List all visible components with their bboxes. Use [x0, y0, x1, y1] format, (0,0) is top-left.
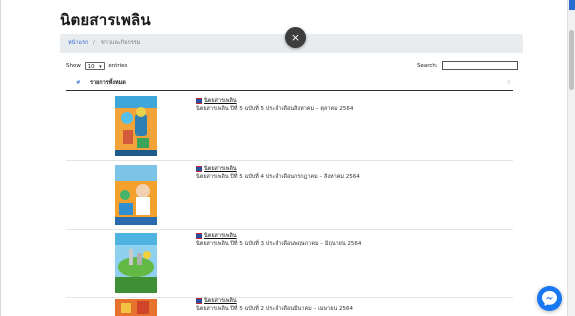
magazine-title[interactable]: นิตยสารเพลิน ปีที่ 5 ฉบับที่ 2 ประจำเดือ… — [196, 305, 353, 313]
messenger-chat-button[interactable] — [537, 286, 562, 311]
magazine-cover-image[interactable] — [115, 299, 157, 316]
breadcrumb-current: ข่าวและกิจกรรม — [101, 40, 141, 46]
breadcrumb-home-link[interactable]: หน้าแรก — [68, 34, 88, 53]
magazine-cover-image[interactable] — [115, 233, 157, 293]
entries-label: entries — [108, 63, 128, 69]
window-edge-accent — [569, 0, 575, 10]
breadcrumb-separator: / — [93, 40, 95, 46]
magazine-cover-image[interactable] — [115, 96, 157, 156]
page-length-control: Show 10 ▾ entries — [66, 61, 127, 72]
search-control: Search: — [417, 61, 518, 71]
scrollbar[interactable] — [567, 0, 575, 316]
header-index: # — [76, 80, 81, 86]
page-length-value: 10 — [87, 64, 95, 70]
close-button[interactable]: × — [285, 27, 306, 48]
messenger-icon — [542, 291, 557, 306]
search-input[interactable] — [441, 61, 518, 70]
magazine-title[interactable]: นิตยสารเพลิน ปีที่ 5 ฉบับที่ 3 ประจำเดือ… — [196, 240, 361, 248]
category-link[interactable]: นิตยสารเพลิน — [196, 165, 237, 173]
header-all-items: รายการทั้งหมด — [90, 80, 126, 86]
show-label: Show — [66, 63, 81, 69]
flag-icon — [196, 297, 202, 304]
flag-icon — [196, 165, 202, 172]
search-label: Search: — [417, 63, 438, 69]
category-link[interactable]: นิตยสารเพลิน — [196, 97, 237, 105]
flag-icon — [196, 97, 202, 104]
table-row: นิตยสารเพลิน นิตยสารเพลิน ปีที่ 5 ฉบับที… — [66, 229, 513, 298]
flag-icon — [196, 232, 202, 239]
category-link[interactable]: นิตยสารเพลิน — [196, 232, 237, 240]
page-length-select[interactable]: 10 ▾ — [84, 62, 105, 70]
magazine-cover-image[interactable] — [115, 165, 157, 225]
magazine-title[interactable]: นิตยสารเพลิน ปีที่ 5 ฉบับที่ 5 ประจำเดือ… — [196, 105, 353, 113]
table-row: นิตยสารเพลิน นิตยสารเพลิน ปีที่ 5 ฉบับที… — [66, 160, 513, 230]
sort-icon: ⇕ — [506, 80, 511, 86]
table-row: นิตยสารเพลิน นิตยสารเพลิน ปีที่ 5 ฉบับที… — [66, 91, 513, 161]
scrollbar-thumb[interactable] — [569, 30, 574, 90]
chevron-down-icon: ▾ — [99, 64, 102, 70]
table-header[interactable]: # รายการทั้งหมด ⇕ — [66, 77, 513, 91]
page-title: นิตยสารเพลิน — [60, 11, 151, 29]
table-row: นิตยสารเพลิน นิตยสารเพลิน ปีที่ 5 ฉบับที… — [66, 297, 513, 316]
close-icon: × — [290, 31, 301, 44]
category-link[interactable]: นิตยสารเพลิน — [196, 297, 237, 305]
page: นิตยสารเพลิน หน้าแรก / ข่าวและกิจกรรม × … — [0, 0, 575, 316]
magazine-title[interactable]: นิตยสารเพลิน ปีที่ 5 ฉบับที่ 4 ประจำเดือ… — [196, 173, 360, 181]
